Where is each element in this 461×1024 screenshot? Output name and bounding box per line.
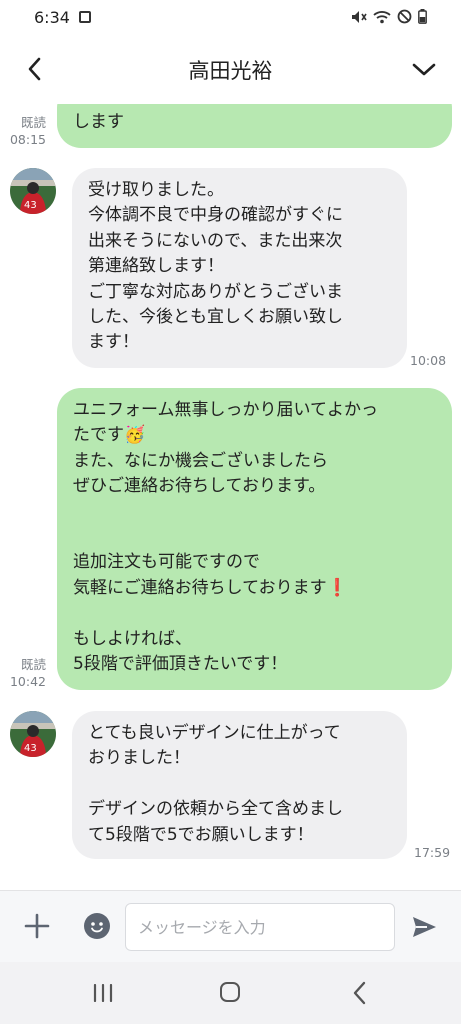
avatar-image: 43 [10, 168, 56, 214]
svg-text:43: 43 [24, 743, 37, 754]
chat-area[interactable]: 既読 08:15 します 43 受け取りました。 今体調不良で中身の確認がすぐに… [0, 104, 461, 890]
message-input-bar [0, 890, 461, 963]
message-text: 受け取りました。 今体調不良で中身の確認がすぐに 出来そうにないので、また出来次… [88, 180, 343, 353]
message-time: 10:42 [9, 674, 46, 689]
status-bar: 6:34 [0, 0, 461, 34]
notification-icon [79, 11, 91, 23]
avatar[interactable]: 43 [10, 711, 56, 757]
message-text: ユニフォーム無事しっかり届いてよかっ たです🥳 また、なにか機会ございましたら … [73, 400, 378, 675]
message-input[interactable] [125, 903, 395, 951]
message-meta: 既読 10:42 [6, 656, 46, 690]
svg-text:43: 43 [24, 200, 37, 211]
nav-back-button[interactable] [352, 981, 366, 1005]
dnd-icon [397, 9, 412, 28]
chat-header: 高田光裕 [0, 34, 461, 104]
menu-toggle-button[interactable] [409, 54, 439, 84]
received-message-bubble[interactable]: 受け取りました。 今体調不良で中身の確認がすぐに 出来そうにないので、また出来次… [72, 168, 407, 368]
read-receipt: 既読 [20, 657, 46, 672]
send-icon [413, 917, 436, 937]
recent-apps-icon [93, 983, 113, 1003]
status-time: 6:34 [34, 8, 70, 27]
chevron-down-icon [412, 63, 436, 76]
plus-icon [24, 913, 50, 939]
send-button[interactable] [410, 913, 438, 941]
wifi-icon [373, 9, 391, 28]
mute-icon [351, 9, 367, 28]
read-receipt: 既読 [20, 115, 46, 130]
message-meta: 既読 08:15 [6, 114, 46, 148]
status-icons [351, 9, 427, 28]
avatar-image: 43 [10, 711, 56, 757]
message-time: 08:15 [9, 132, 46, 147]
emoji-button[interactable] [84, 913, 110, 939]
message-text: とても良いデザインに仕上がって おりました！ デザインの依頼から全て含めまし て… [88, 723, 343, 845]
add-button[interactable] [24, 913, 50, 939]
sent-message-bubble[interactable]: します [57, 104, 452, 148]
back-arrow-icon [353, 981, 366, 1005]
battery-icon [418, 9, 427, 28]
message-time: 10:08 [410, 353, 447, 368]
home-button[interactable] [220, 982, 240, 1002]
message-text: します [73, 112, 124, 132]
recent-apps-button[interactable] [92, 983, 114, 1003]
received-message-bubble[interactable]: とても良いデザインに仕上がって おりました！ デザインの依頼から全て含めまし て… [72, 711, 407, 859]
smiley-icon [91, 922, 103, 933]
avatar[interactable]: 43 [10, 168, 56, 214]
sent-message-bubble[interactable]: ユニフォーム無事しっかり届いてよかっ たです🥳 また、なにか機会ございましたら … [57, 388, 452, 690]
message-time: 17:59 [414, 845, 451, 860]
chat-title: 高田光裕 [188, 59, 273, 83]
system-nav-bar [0, 962, 461, 1024]
